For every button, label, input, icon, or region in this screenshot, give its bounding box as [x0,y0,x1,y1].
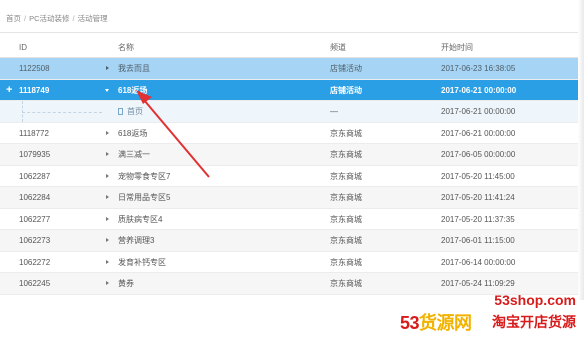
watermark: 53shop.com 53货源网 淘宝开店货源 [400,292,584,337]
watermark-slogan: 淘宝开店货源 [492,314,576,330]
watermark-brand: 53货源网 [400,309,472,335]
watermark-site: 53shop.com [494,292,576,308]
watermark-brand-text: 货源网 [419,313,472,333]
watermark-brand-number: 53 [400,313,420,333]
annotation-arrow-icon [136,90,210,178]
